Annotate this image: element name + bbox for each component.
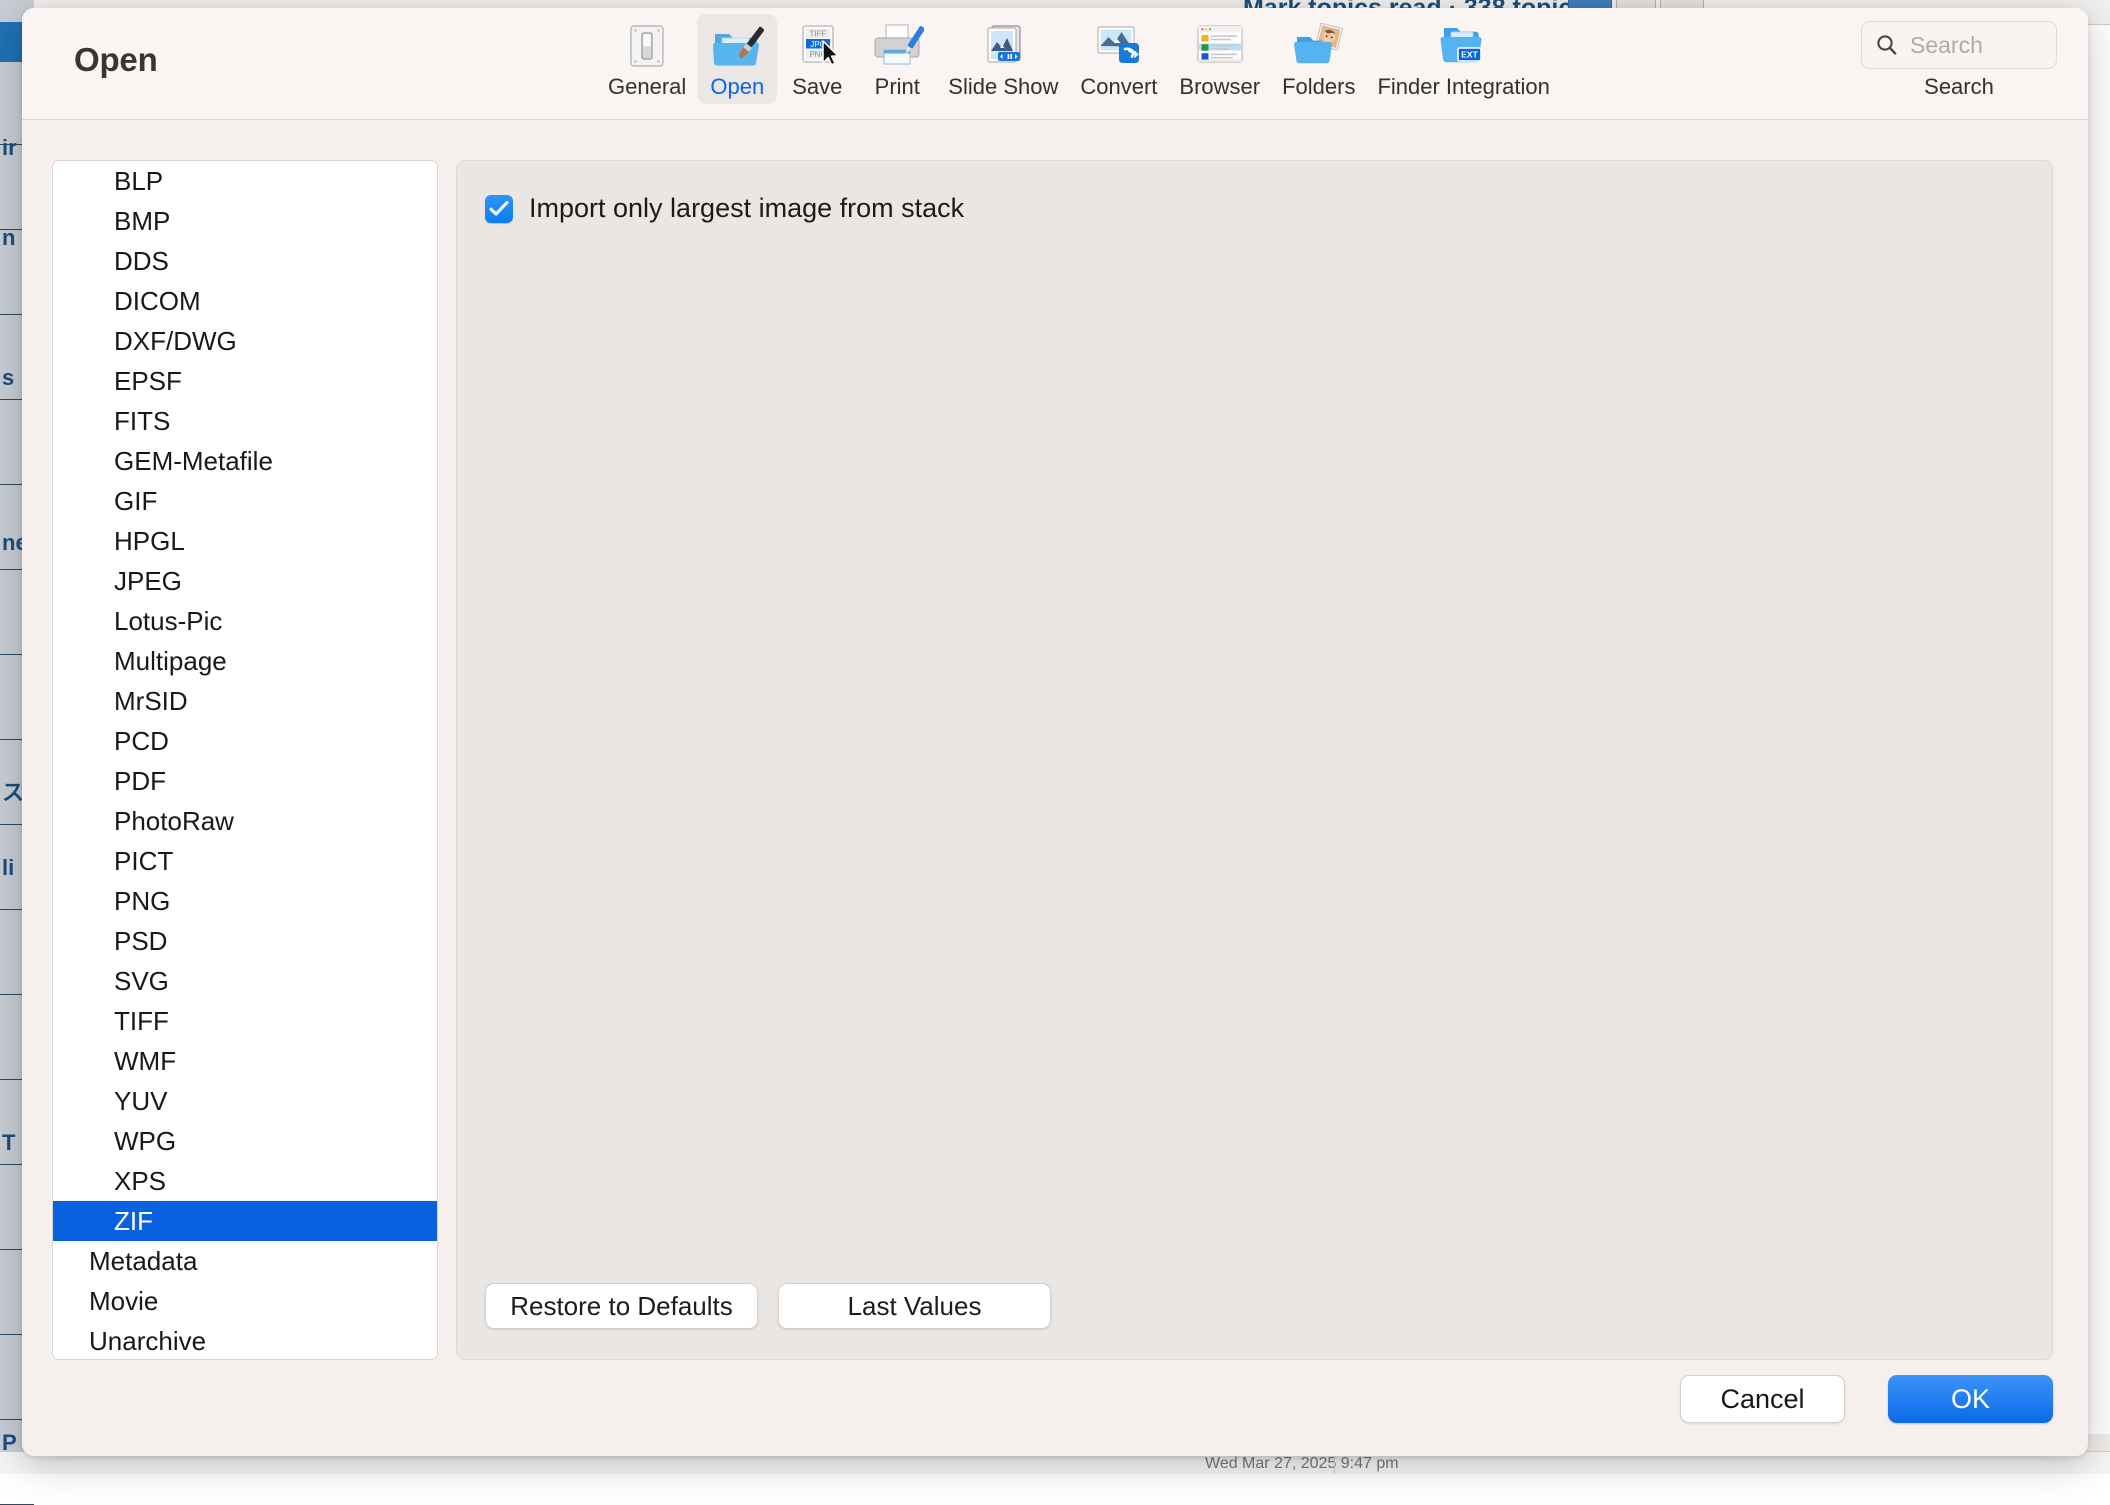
format-list-item[interactable]: YUV (53, 1081, 437, 1121)
toolbar-tab-browser[interactable]: Browser (1168, 14, 1271, 104)
toolbar-tab-label: General (608, 76, 686, 98)
background-text-fragment: ス (2, 775, 24, 807)
toolbar-tab-label: Save (792, 76, 842, 98)
format-list-item[interactable]: GIF (53, 481, 437, 521)
format-list-item[interactable]: TIFF (53, 1001, 437, 1041)
format-list-item[interactable]: BMP (53, 201, 437, 241)
format-list-item[interactable]: MrSID (53, 681, 437, 721)
toolbar-tab-general[interactable]: General (597, 14, 697, 104)
format-list-item[interactable]: JPEG (53, 561, 437, 601)
toolbar-tab-open[interactable]: Open (697, 14, 777, 104)
svg-text:TIFF: TIFF (810, 30, 827, 39)
format-list-item[interactable]: SVG (53, 961, 437, 1001)
background-text-fragment: s (2, 365, 14, 391)
toolbar-tab-finder-integration[interactable]: EXT Finder Integration (1366, 14, 1560, 104)
toolbar-tab-folders[interactable]: Folders (1271, 14, 1366, 104)
format-list-item[interactable]: Metadata (53, 1241, 437, 1281)
svg-text:EXT: EXT (1461, 50, 1478, 60)
browser-window-icon (1193, 21, 1247, 73)
printer-icon (870, 21, 924, 73)
background-text-fragment: li (2, 855, 14, 881)
toolbar-tab-label: Finder Integration (1377, 76, 1549, 98)
toolbar-tab-label: Browser (1179, 76, 1260, 98)
last-values-button[interactable]: Last Values (778, 1283, 1051, 1329)
toolbar-tab-print[interactable]: Print (857, 14, 937, 104)
search-field[interactable] (1861, 21, 2057, 69)
format-list-item[interactable]: ZIF (53, 1201, 437, 1241)
format-list-item[interactable]: Movie (53, 1281, 437, 1321)
format-list-item[interactable]: DXF/DWG (53, 321, 437, 361)
search-icon (1875, 33, 1899, 57)
toolbar-tab-label: Folders (1282, 76, 1355, 98)
toolbar-tab-label: Slide Show (948, 76, 1058, 98)
format-list-item[interactable]: GEM-Metafile (53, 441, 437, 481)
search-input[interactable] (1908, 31, 2052, 60)
convert-arrow-icon (1092, 21, 1146, 73)
toolbar-tab-label: Open (710, 76, 764, 98)
folder-brush-icon (710, 21, 764, 73)
format-list-item[interactable]: DDS (53, 241, 437, 281)
toolbar-tab-save[interactable]: TIFF JPG PNG Save (777, 14, 857, 104)
format-list-item[interactable]: PNG (53, 881, 437, 921)
format-list-item[interactable]: WPG (53, 1121, 437, 1161)
dialog-body: BLPBMPDDSDICOMDXF/DWGEPSFFITSGEM-Metafil… (22, 120, 2088, 1456)
import-largest-image-checkbox[interactable] (485, 195, 513, 223)
search-caption: Search (1924, 74, 1994, 100)
toolbar-tab-label: Convert (1080, 76, 1157, 98)
toolbar-tab-label: Print (875, 76, 920, 98)
format-list[interactable]: BLPBMPDDSDICOMDXF/DWGEPSFFITSGEM-Metafil… (52, 160, 438, 1360)
toolbar-tab-list: General Open TIFF JPG PNG Save (597, 14, 1561, 114)
cancel-button[interactable]: Cancel (1680, 1375, 1845, 1423)
import-largest-image-label: Import only largest image from stack (529, 193, 964, 224)
format-list-item[interactable]: Multipage (53, 641, 437, 681)
format-list-item[interactable]: PSD (53, 921, 437, 961)
page-title: Open (74, 41, 158, 79)
format-list-item[interactable]: PCD (53, 721, 437, 761)
format-list-item[interactable]: PICT (53, 841, 437, 881)
background-text-fragment: ir (2, 135, 17, 161)
slideshow-icon (976, 21, 1030, 73)
ok-button[interactable]: OK (1888, 1375, 2053, 1423)
format-list-item[interactable]: PDF (53, 761, 437, 801)
background-text-fragment: T (2, 1130, 15, 1156)
format-list-item[interactable]: HPGL (53, 521, 437, 561)
format-list-item[interactable]: Unarchive (53, 1321, 437, 1360)
format-list-item[interactable]: BLP (53, 161, 437, 201)
format-list-item[interactable]: FITS (53, 401, 437, 441)
options-panel: Import only largest image from stack Res… (456, 160, 2053, 1360)
format-list-item[interactable]: PhotoRaw (53, 801, 437, 841)
format-list-item[interactable]: XPS (53, 1161, 437, 1201)
preferences-dialog: Open General Open TIFF JPG PN (22, 8, 2088, 1456)
dialog-toolbar: Open General Open TIFF JPG PN (22, 8, 2088, 120)
toolbar-search-group: Search (1860, 21, 2058, 100)
toolbar-tab-convert[interactable]: Convert (1069, 14, 1168, 104)
file-formats-icon: TIFF JPG PNG (790, 21, 844, 73)
format-list-item[interactable]: DICOM (53, 281, 437, 321)
format-list-item[interactable]: WMF (53, 1041, 437, 1081)
folder-photo-icon (1292, 21, 1346, 73)
toolbar-tab-slide-show[interactable]: Slide Show (937, 14, 1069, 104)
import-largest-image-checkbox-row[interactable]: Import only largest image from stack (485, 193, 964, 224)
switch-icon (620, 21, 674, 73)
format-list-item[interactable]: EPSF (53, 361, 437, 401)
background-text-fragment: n (2, 225, 15, 251)
format-list-item[interactable]: Lotus-Pic (53, 601, 437, 641)
folder-ext-icon: EXT (1437, 21, 1491, 73)
restore-to-defaults-button[interactable]: Restore to Defaults (485, 1283, 758, 1329)
